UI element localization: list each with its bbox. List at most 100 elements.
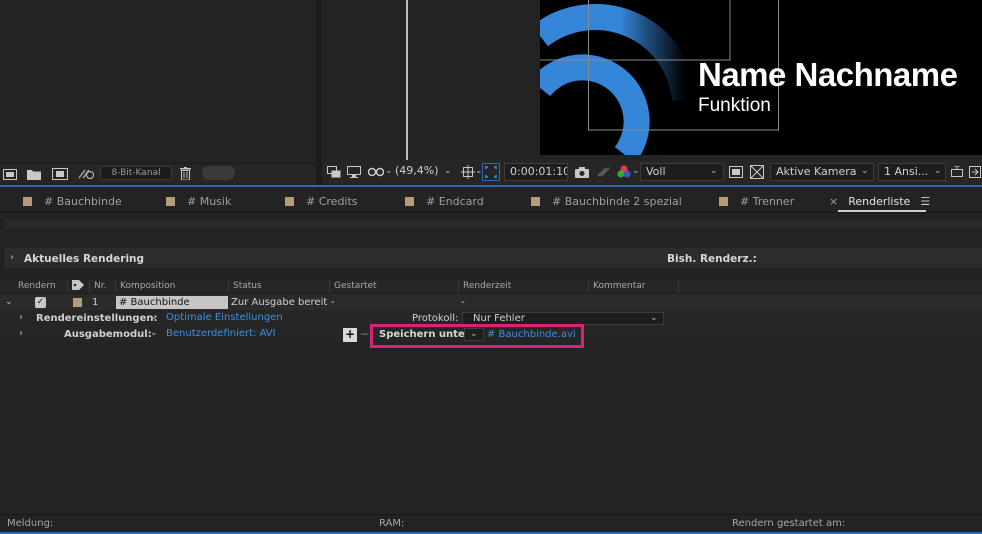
panel-menu-icon[interactable]: ☰	[920, 195, 930, 208]
render-checkbox[interactable]: ✓	[35, 297, 46, 308]
tab-credits[interactable]: # Credits	[285, 194, 358, 208]
render-settings-link[interactable]: Optimale Einstellungen	[166, 312, 283, 323]
timeline-tab-bar: # Bauchbinde # Musik # Credits # Endcard…	[0, 187, 982, 213]
ram-label: RAM:	[379, 518, 405, 529]
transparency-grid-icon[interactable]	[749, 164, 765, 180]
save-to-file-link[interactable]: # Bauchbinde.avi	[487, 329, 576, 340]
label-color-swatch	[23, 196, 32, 206]
tab-bauchbinde[interactable]: # Bauchbinde	[23, 194, 122, 208]
elapsed-render-time-label: Bish. Renderz.:	[667, 253, 757, 265]
tab-label: # Bauchbinde 2 spezial	[552, 194, 682, 208]
item-composition-name[interactable]: # Bauchbinde	[116, 296, 228, 309]
channel-rgb-icon[interactable]	[616, 164, 632, 180]
region-of-interest-icon[interactable]	[482, 163, 500, 181]
project-settings-icon[interactable]	[77, 167, 95, 181]
chevron-right-icon[interactable]: ›	[19, 328, 23, 339]
role-subtitle-text: Funktion	[698, 95, 771, 116]
column-render-time[interactable]: Renderzeit	[459, 280, 589, 293]
column-composition[interactable]: Komposition	[116, 280, 229, 293]
label-color-swatch	[166, 196, 175, 206]
current-rendering-label: Aktuelles Rendering	[24, 253, 145, 265]
chevron-down-icon[interactable]: ⌄	[150, 312, 158, 322]
camera-dropdown[interactable]: Aktive Kamera	[770, 163, 874, 181]
fast-preview-icon[interactable]	[728, 164, 744, 180]
name-title-text: Name Nachname	[698, 56, 958, 93]
column-status[interactable]: Status	[229, 280, 330, 293]
column-render[interactable]: Rendern	[14, 280, 68, 293]
add-output-module-button[interactable]: +	[343, 328, 357, 342]
protocol-label: Protokoll:	[412, 313, 459, 324]
tag-icon	[72, 280, 84, 290]
bit-depth-button[interactable]: 8-Bit-Kanal	[100, 166, 172, 180]
column-comment[interactable]: Kommentar	[589, 280, 679, 293]
tab-musik[interactable]: # Musik	[166, 194, 231, 208]
chevron-right-icon[interactable]: ›	[19, 312, 23, 323]
interpret-footage-icon[interactable]	[2, 167, 18, 181]
item-number: 1	[92, 297, 99, 308]
save-to-label: Speichern unter:	[379, 329, 474, 340]
chevron-down-icon[interactable]: ⌄	[632, 166, 640, 176]
timecode-value: 0:00:01:10	[510, 165, 568, 178]
tab-endcard[interactable]: # Endcard	[405, 194, 484, 208]
tab-label: # Endcard	[426, 194, 484, 208]
label-color-swatch[interactable]	[73, 298, 82, 307]
column-started[interactable]: Gestartet	[330, 280, 459, 293]
flowchart-toggle[interactable]	[202, 166, 235, 180]
render-settings-label: Rendereinstellungen:	[36, 313, 158, 324]
current-rendering-bar[interactable]	[5, 248, 982, 268]
active-tab-indicator	[838, 210, 926, 212]
resolution-grid-icon[interactable]	[460, 164, 476, 180]
item-render-time: -	[461, 297, 465, 308]
render-queue-column-header: Rendern Nr. Komposition Status Gestartet…	[0, 278, 982, 294]
trash-icon[interactable]	[178, 165, 192, 181]
column-label[interactable]	[68, 280, 90, 293]
mask-visibility-icon[interactable]	[367, 164, 385, 180]
composition-canvas[interactable]: Name Nachname Funktion	[540, 0, 982, 155]
project-panel	[0, 0, 316, 183]
save-to-dropdown[interactable]: ⌄	[464, 328, 484, 341]
output-module-link[interactable]: Benutzerdefiniert: AVI	[166, 328, 276, 339]
tab-label: Renderliste	[848, 194, 911, 208]
chevron-down-icon: ⌄	[861, 166, 869, 176]
viewer-toolbar: ⌄ (49,4%) ⌄ ⌄ 0:00:01:10 ⌄ Voll ⌄ Aktive…	[322, 160, 982, 184]
chevron-down-icon: ⌄	[710, 166, 718, 176]
label-color-swatch	[285, 196, 294, 206]
tab-label: # Trenner	[740, 194, 795, 208]
message-label: Meldung:	[7, 518, 54, 529]
camera-snapshot-icon[interactable]	[574, 164, 590, 180]
chevron-down-icon[interactable]: ⌄	[444, 166, 452, 176]
tab-renderliste[interactable]: × Renderliste ☰	[829, 194, 930, 208]
close-tab-icon[interactable]: ×	[829, 195, 838, 208]
tab-bauchbinde-2-spezial[interactable]: # Bauchbinde 2 spezial	[531, 194, 682, 208]
output-module-label: Ausgabemodul:	[64, 329, 152, 340]
always-preview-icon[interactable]	[326, 164, 342, 180]
tab-label: # Musik	[187, 194, 232, 208]
camera-value: Aktive Kamera	[776, 165, 857, 178]
reset-exposure-icon[interactable]	[949, 164, 965, 180]
chevron-down-icon: ⌄	[650, 313, 658, 323]
item-status: Zur Ausgabe bereit	[231, 297, 328, 308]
resolution-value: Voll	[646, 165, 666, 178]
label-color-swatch	[405, 196, 414, 206]
tab-label: # Credits	[306, 194, 358, 208]
monitor-icon[interactable]	[346, 164, 362, 180]
tab-trenner[interactable]: # Trenner	[719, 194, 794, 208]
show-snapshot-icon[interactable]	[595, 164, 611, 180]
chevron-down-icon: ⌄	[470, 329, 478, 339]
chevron-down-icon[interactable]: ⌄	[5, 297, 13, 307]
chevron-right-icon[interactable]: ›	[10, 252, 14, 263]
more-options-icon[interactable]	[968, 164, 982, 180]
composition-viewer[interactable]: Name Nachname Funktion	[322, 0, 982, 160]
new-folder-icon[interactable]	[26, 167, 42, 181]
label-color-swatch	[719, 196, 728, 206]
guide-line	[406, 0, 408, 160]
column-number[interactable]: Nr.	[90, 280, 116, 293]
new-composition-icon[interactable]	[51, 167, 69, 181]
zoom-value: (49,4%)	[395, 164, 439, 177]
item-started: -	[331, 297, 335, 308]
remove-output-module-button[interactable]: −	[359, 328, 370, 342]
timecode-field[interactable]: 0:00:01:10	[504, 163, 568, 181]
chevron-down-icon[interactable]: ⌄	[150, 328, 158, 338]
views-value: 1 Ansi...	[884, 165, 929, 178]
chevron-down-icon: ⌄	[934, 166, 942, 176]
